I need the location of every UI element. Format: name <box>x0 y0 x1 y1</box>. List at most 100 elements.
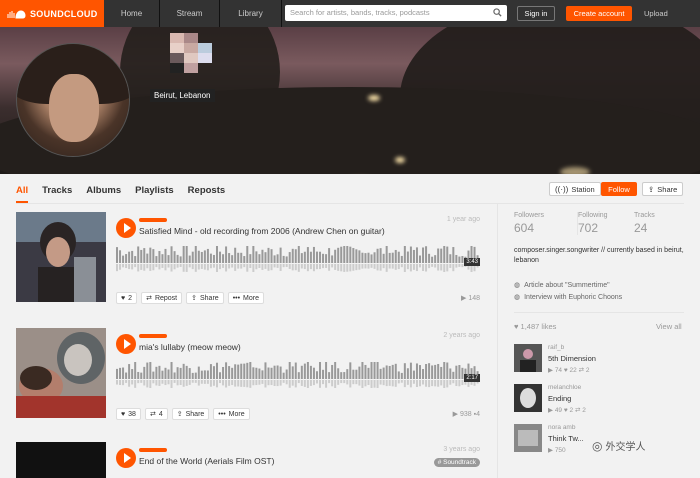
liked-title[interactable]: Ending <box>548 394 571 403</box>
banner-light <box>395 157 405 163</box>
waveform[interactable] <box>116 246 480 272</box>
genre-tag[interactable]: # Soundtrack <box>433 458 480 467</box>
liked-user[interactable]: nora amb <box>548 424 575 431</box>
waveform-reflection <box>394 264 397 270</box>
waveform-bar <box>422 369 425 379</box>
waveform[interactable] <box>116 362 480 388</box>
repost-count: 4 <box>158 410 163 418</box>
like-button[interactable]: ♥ 38 <box>116 408 141 420</box>
nav-home[interactable]: Home <box>104 0 160 27</box>
waveform-bar <box>309 251 312 263</box>
more-button[interactable]: ••• More <box>213 408 250 420</box>
stat-followers[interactable]: Followers 604 <box>514 212 544 235</box>
liked-user[interactable]: melanchloe <box>548 384 581 391</box>
waveform-reflection <box>209 380 212 387</box>
waveform-reflection <box>312 264 315 272</box>
repost-button[interactable]: ⇄ 4 <box>144 408 168 420</box>
stat-following[interactable]: Following 702 <box>577 212 608 235</box>
waveform-reflection <box>212 264 215 268</box>
waveform-bar <box>170 246 173 263</box>
soundcloud-logo[interactable]: SOUNDCLOUD <box>0 0 104 27</box>
tab-reposts[interactable]: Reposts <box>188 185 225 203</box>
waveform-reflection <box>246 380 249 388</box>
liked-stats: ▶ 49 ♥ 2 ⇄ 2 <box>548 407 586 414</box>
play-button[interactable] <box>116 448 136 468</box>
follow-button[interactable]: Follow <box>601 182 637 196</box>
waveform-bar <box>243 256 246 263</box>
waveform-reflection <box>191 264 194 270</box>
stat-label: Followers <box>514 212 544 219</box>
share-button[interactable]: ⇪ Share <box>186 292 224 304</box>
waveform-bar <box>243 363 246 379</box>
track-title[interactable]: mia's lullaby (meow meow) <box>139 342 241 352</box>
waveform-reflection <box>231 264 234 268</box>
waveform-bar <box>428 363 431 379</box>
waveform-bar <box>261 249 264 263</box>
waveform-bar <box>312 246 315 263</box>
tab-tracks[interactable]: Tracks <box>42 185 72 203</box>
track-cover[interactable] <box>16 212 106 302</box>
waveform-reflection <box>222 380 225 386</box>
create-account-button[interactable]: Create account <box>566 6 632 21</box>
waveform-bar <box>149 362 152 379</box>
waveform-reflection <box>340 264 343 272</box>
waveform-bar <box>352 248 355 263</box>
track-cover[interactable] <box>16 442 106 478</box>
waveform-bar <box>340 246 343 263</box>
more-button[interactable]: ••• More <box>227 292 264 304</box>
waveform-bar <box>455 365 458 379</box>
waveform-reflection <box>343 380 346 384</box>
liked-title[interactable]: 5th Dimension <box>548 354 596 363</box>
waveform-bar <box>276 365 279 379</box>
like-button[interactable]: ♥ 2 <box>116 292 138 304</box>
waveform-bar <box>406 368 409 379</box>
waveform-reflection <box>146 264 149 269</box>
station-button[interactable]: ((·)) Station <box>549 182 601 196</box>
play-button[interactable] <box>116 334 136 354</box>
view-all-link[interactable]: View all <box>656 322 682 331</box>
nav-library[interactable]: Library <box>220 0 282 27</box>
waveform-bar <box>409 362 412 379</box>
upload-link[interactable]: Upload <box>644 9 668 18</box>
liked-track[interactable]: raif_b 5th Dimension ▶ 74 ♥ 22 ⇄ 2 <box>514 344 684 380</box>
waveform-reflection <box>452 380 455 384</box>
waveform-reflection <box>131 380 134 385</box>
liked-thumb[interactable] <box>514 424 542 452</box>
track-cover[interactable] <box>16 328 106 418</box>
track-title[interactable]: Satisfied Mind - old recording from 2006… <box>139 226 385 236</box>
search-icon[interactable] <box>493 8 502 17</box>
waveform-bar <box>234 364 237 379</box>
liked-user[interactable]: raif_b <box>548 344 564 351</box>
waveform-bar <box>297 246 300 263</box>
waveform-bar <box>358 250 361 263</box>
liked-thumb[interactable] <box>514 384 542 412</box>
repost-button[interactable]: ⇄ Repost <box>141 292 183 304</box>
track-title[interactable]: End of the World (Aerials Film OST) <box>139 456 274 466</box>
waveform-bar <box>200 370 203 379</box>
waveform-reflection <box>382 380 385 386</box>
tab-playlists[interactable]: Playlists <box>135 185 174 203</box>
stat-tracks[interactable]: Tracks 24 <box>634 212 655 235</box>
tab-albums[interactable]: Albums <box>86 185 121 203</box>
waveform-reflection <box>149 380 152 388</box>
waveform-reflection <box>406 264 409 270</box>
sidebar-separator <box>514 312 684 313</box>
share-button[interactable]: ⇪ Share <box>171 408 210 420</box>
signin-button[interactable]: Sign in <box>517 6 555 21</box>
share-button[interactable]: ⇪ Share <box>642 182 684 196</box>
nav-stream[interactable]: Stream <box>160 0 220 27</box>
liked-thumb[interactable] <box>514 344 542 372</box>
stat-label: Tracks <box>634 212 655 219</box>
waveform-bar <box>458 256 461 263</box>
liked-title[interactable]: Think Tw... <box>548 434 584 443</box>
waveform-bar <box>334 362 337 379</box>
tab-all[interactable]: All <box>16 185 29 203</box>
waveform-reflection <box>164 264 167 271</box>
search-input[interactable]: Search for artists, bands, tracks, podca… <box>285 5 507 21</box>
bio-link[interactable]: ◍ Interview with Euphoric Choons <box>514 293 622 302</box>
waveform-reflection <box>270 264 273 271</box>
play-button[interactable] <box>116 218 136 238</box>
bio-link[interactable]: ◍ Article about "Summertime" <box>514 281 610 290</box>
liked-track[interactable]: melanchloe Ending ▶ 49 ♥ 2 ⇄ 2 <box>514 384 684 420</box>
waveform-reflection <box>116 264 118 272</box>
